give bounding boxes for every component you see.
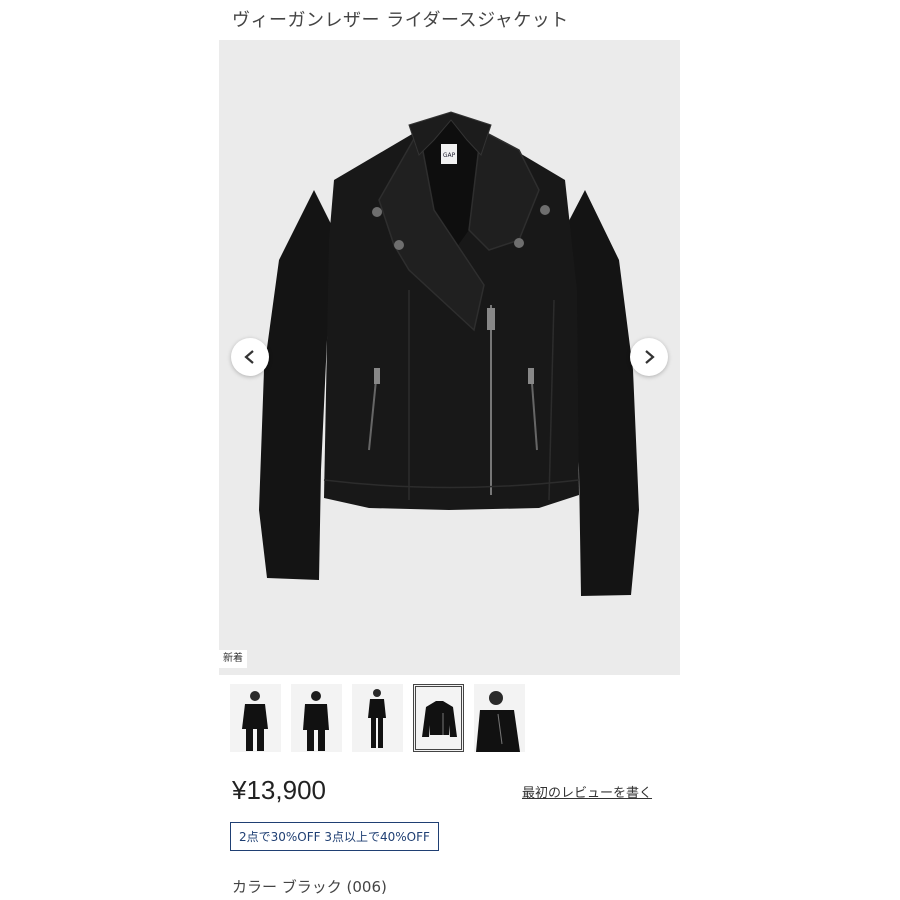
- chevron-right-icon: [645, 350, 655, 364]
- product-title: ヴィーガンレザー ライダースジャケット: [232, 10, 569, 31]
- next-image-button[interactable]: [630, 338, 668, 376]
- model-front-thumb[interactable]: [230, 684, 281, 752]
- brand-tag: GAP: [443, 152, 456, 159]
- thumbnail-strip: [230, 684, 525, 752]
- chevron-left-icon: [244, 350, 254, 364]
- model-closeup-thumb[interactable]: [474, 684, 525, 752]
- jacket-flat-thumb[interactable]: [413, 684, 464, 752]
- color-label: カラー ブラック (006): [232, 878, 387, 896]
- write-review-link[interactable]: 最初のレビューを書く: [522, 782, 652, 801]
- product-image-gallery[interactable]: GAP 新着: [219, 40, 680, 675]
- jacket-image: GAP: [259, 111, 639, 596]
- model-full-thumb[interactable]: [352, 684, 403, 752]
- previous-image-button[interactable]: [231, 338, 269, 376]
- product-price: ¥13,900: [232, 775, 326, 805]
- new-badge: 新着: [219, 650, 247, 668]
- model-back-thumb[interactable]: [291, 684, 342, 752]
- promo-badge: 2点で30%OFF 3点以上で40%OFF: [230, 822, 439, 851]
